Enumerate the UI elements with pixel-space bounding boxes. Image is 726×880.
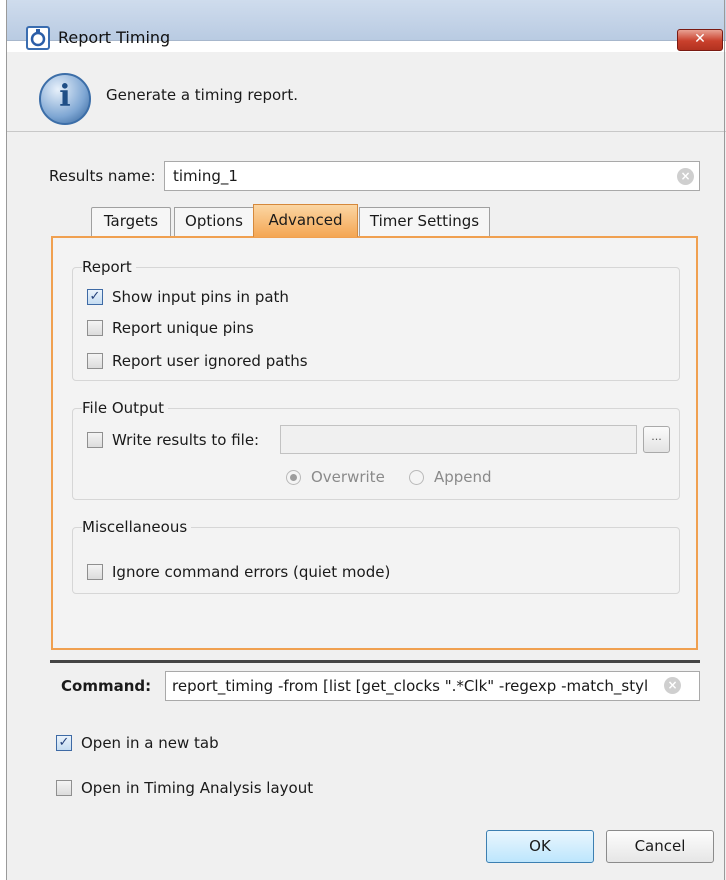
cancel-button[interactable]: Cancel (606, 830, 714, 863)
tab-targets[interactable]: Targets (91, 207, 171, 236)
report-group-title: Report (82, 258, 136, 276)
miscellaneous-group (72, 527, 680, 594)
write-results-label: Write results to file: (112, 431, 260, 449)
tab-timer-settings[interactable]: Timer Settings (359, 207, 490, 236)
tab-options[interactable]: Options (174, 207, 254, 236)
report-user-ignored-checkbox[interactable] (87, 353, 103, 369)
close-button[interactable]: ✕ (677, 29, 723, 51)
header-description: Generate a timing report. (106, 86, 298, 104)
open-new-tab-checkbox[interactable]: ✓ (56, 735, 72, 751)
open-timing-layout-checkbox[interactable] (56, 780, 72, 796)
command-input[interactable]: report_timing -from [list [get_clocks ".… (165, 671, 700, 701)
ok-button[interactable]: OK (486, 830, 594, 863)
ignore-errors-checkbox[interactable] (87, 564, 103, 580)
open-timing-layout-label: Open in Timing Analysis layout (81, 779, 314, 797)
results-name-label: Results name: (49, 167, 156, 185)
command-separator (50, 660, 700, 663)
ignore-errors-label: Ignore command errors (quiet mode) (112, 563, 391, 581)
window-title: Report Timing (58, 28, 171, 47)
clear-results-icon[interactable]: × (677, 168, 694, 185)
file-output-group-title: File Output (82, 399, 168, 417)
overwrite-label: Overwrite (311, 468, 385, 486)
report-unique-pins-label: Report unique pins (112, 319, 254, 337)
report-user-ignored-label: Report user ignored paths (112, 352, 308, 370)
results-name-input[interactable]: timing_1 (164, 161, 700, 191)
overwrite-radio[interactable] (286, 470, 301, 485)
file-output-group (72, 408, 680, 500)
show-input-pins-label: Show input pins in path (112, 288, 289, 306)
write-results-checkbox[interactable] (87, 432, 103, 448)
output-file-input[interactable] (280, 425, 637, 454)
append-label: Append (434, 468, 492, 486)
browse-button[interactable]: ... (643, 426, 670, 453)
app-icon (26, 26, 50, 54)
append-radio[interactable] (409, 470, 424, 485)
show-input-pins-checkbox[interactable]: ✓ (87, 289, 103, 305)
header-separator (6, 131, 726, 132)
info-icon: i (39, 73, 91, 125)
open-new-tab-label: Open in a new tab (81, 734, 219, 752)
tab-advanced[interactable]: Advanced (253, 204, 358, 237)
report-unique-pins-checkbox[interactable] (87, 320, 103, 336)
command-label: Command: (61, 677, 152, 695)
clear-command-icon[interactable]: × (664, 677, 681, 694)
miscellaneous-group-title: Miscellaneous (82, 518, 192, 536)
